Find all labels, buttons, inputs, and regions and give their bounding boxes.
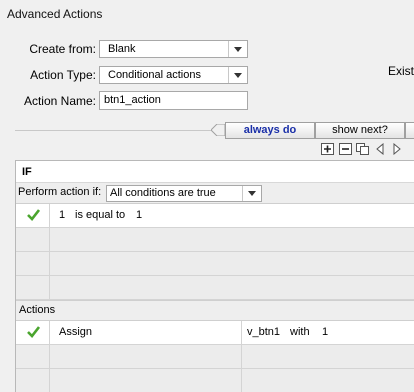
chevron-down-icon — [228, 41, 247, 57]
empty-action-row[interactable] — [16, 369, 414, 392]
tab-always-do[interactable]: always do — [225, 122, 315, 139]
condition-left-operand[interactable]: 1 — [59, 209, 65, 221]
condition-mode-value: All conditions are true — [110, 187, 216, 199]
action-type-dropdown[interactable]: Conditional actions — [99, 66, 248, 84]
condition-operator[interactable]: is equal to — [75, 209, 125, 221]
empty-condition-row[interactable] — [16, 228, 414, 252]
perform-action-bar: Perform action if: All conditions are tr… — [16, 183, 414, 204]
create-from-dropdown[interactable]: Blank — [99, 40, 248, 58]
action-value[interactable]: 1 — [322, 326, 328, 338]
checkmark-icon[interactable] — [27, 209, 40, 221]
action-target[interactable]: v_btn1 — [247, 326, 280, 338]
if-section-header: IF — [16, 161, 414, 183]
window-title: Advanced Actions — [7, 7, 103, 21]
chevron-down-icon — [228, 67, 247, 83]
arrow-right-icon[interactable] — [390, 143, 403, 155]
empty-condition-row[interactable] — [16, 252, 414, 276]
condition-row[interactable]: 1 is equal to 1 — [16, 204, 414, 228]
action-row[interactable]: Assign v_btn1 with 1 — [16, 321, 414, 345]
checkmark-icon[interactable] — [27, 326, 40, 338]
chevron-down-icon — [242, 186, 261, 201]
actions-section-header: Actions — [16, 300, 414, 321]
action-type-label: Action Type: — [30, 68, 96, 82]
condition-mode-dropdown[interactable]: All conditions are true — [106, 185, 262, 202]
action-type-value: Conditional actions — [108, 69, 201, 81]
create-from-value: Blank — [108, 43, 136, 55]
remove-icon[interactable] — [339, 143, 352, 155]
action-name-label: Action Name: — [23, 94, 96, 108]
action-with-keyword: with — [290, 326, 310, 338]
empty-condition-row[interactable] — [16, 276, 414, 300]
tab-overflow[interactable] — [405, 122, 414, 139]
existing-actions-label: Existi — [388, 64, 414, 78]
empty-action-row[interactable] — [16, 345, 414, 369]
copy-icon[interactable] — [356, 143, 369, 155]
tab-separator-line — [15, 130, 211, 131]
arrow-left-icon[interactable] — [374, 143, 387, 155]
action-name-input[interactable]: btn1_action — [99, 91, 248, 110]
tab-show-next[interactable]: show next? — [315, 122, 405, 139]
perform-action-label: Perform action if: — [18, 186, 102, 198]
tab-notch-icon — [211, 124, 225, 136]
condition-right-operand[interactable]: 1 — [136, 209, 142, 221]
action-command[interactable]: Assign — [59, 326, 92, 338]
add-icon[interactable] — [321, 143, 334, 155]
create-from-label: Create from: — [29, 42, 96, 56]
